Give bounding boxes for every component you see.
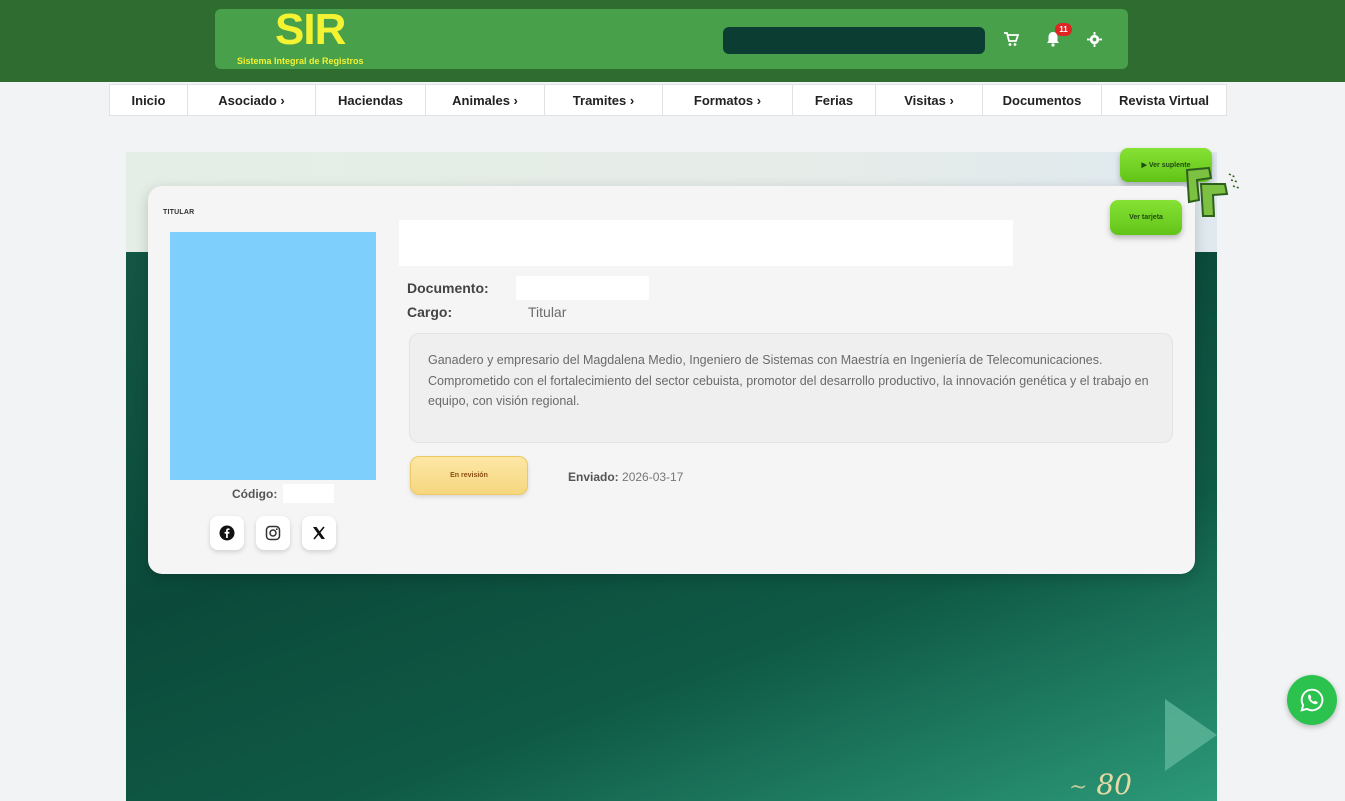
documento-label: Documento: bbox=[407, 280, 489, 296]
notification-badge: 11 bbox=[1055, 23, 1072, 36]
gear-icon[interactable] bbox=[1082, 27, 1106, 51]
nav-revista-virtual[interactable]: Revista Virtual bbox=[1102, 85, 1226, 115]
facebook-icon[interactable] bbox=[210, 516, 244, 550]
nav-documentos[interactable]: Documentos bbox=[983, 85, 1102, 115]
documento-field bbox=[516, 276, 649, 300]
member-bio: Ganadero y empresario del Magdalena Medi… bbox=[409, 333, 1173, 443]
sent-date: Enviado: 2026-03-17 bbox=[568, 470, 683, 484]
codigo-label: Código: bbox=[232, 487, 278, 501]
nav-formatos[interactable]: Formatos › bbox=[663, 85, 793, 115]
anniversary-logo: ~ 80 bbox=[1069, 768, 1132, 801]
cargo-label: Cargo: bbox=[407, 304, 453, 320]
ver-tarjeta-button[interactable]: Ver tarjeta bbox=[1110, 200, 1182, 235]
instagram-icon[interactable] bbox=[256, 516, 290, 550]
cart-icon[interactable] bbox=[999, 27, 1023, 51]
cargo-value: Titular bbox=[528, 304, 567, 320]
play-decoration bbox=[1165, 699, 1217, 771]
member-name bbox=[399, 220, 1013, 266]
sent-label: Enviado: bbox=[568, 470, 619, 484]
nav-haciendas[interactable]: Haciendas bbox=[316, 85, 426, 115]
nav-visitas[interactable]: Visitas › bbox=[876, 85, 983, 115]
nav-asociado[interactable]: Asociado › bbox=[188, 85, 316, 115]
anniversary-number: 80 bbox=[1096, 768, 1132, 801]
logo-title: SIR bbox=[275, 5, 346, 54]
x-icon[interactable] bbox=[302, 516, 336, 550]
main-nav: Inicio Asociado › Haciendas Animales › T… bbox=[109, 84, 1227, 116]
whatsapp-icon bbox=[1300, 688, 1324, 712]
member-card: TITULAR Documento: Cargo: Titular Ganade… bbox=[148, 186, 1195, 574]
nav-animales[interactable]: Animales › bbox=[426, 85, 545, 115]
status-badge: En revisión bbox=[410, 456, 528, 495]
nav-inicio[interactable]: Inicio bbox=[110, 85, 188, 115]
logo-subtitle: Sistema Integral de Registros bbox=[237, 56, 364, 66]
codigo-value bbox=[283, 484, 334, 503]
top-header: SIR Sistema Integral de Registros 11 bbox=[0, 0, 1345, 82]
nav-ferias[interactable]: Ferias bbox=[793, 85, 876, 115]
header-bar: SIR Sistema Integral de Registros 11 bbox=[215, 5, 1128, 69]
nav-tramites[interactable]: Tramites › bbox=[545, 85, 663, 115]
whatsapp-button[interactable] bbox=[1287, 675, 1337, 725]
cursor-pointer-icon bbox=[1185, 166, 1240, 217]
card-role-tag: TITULAR bbox=[163, 209, 195, 216]
member-photo bbox=[170, 232, 376, 480]
sir-logo[interactable]: SIR Sistema Integral de Registros bbox=[237, 5, 437, 69]
search-input[interactable] bbox=[723, 27, 985, 54]
sent-value: 2026-03-17 bbox=[622, 470, 684, 484]
